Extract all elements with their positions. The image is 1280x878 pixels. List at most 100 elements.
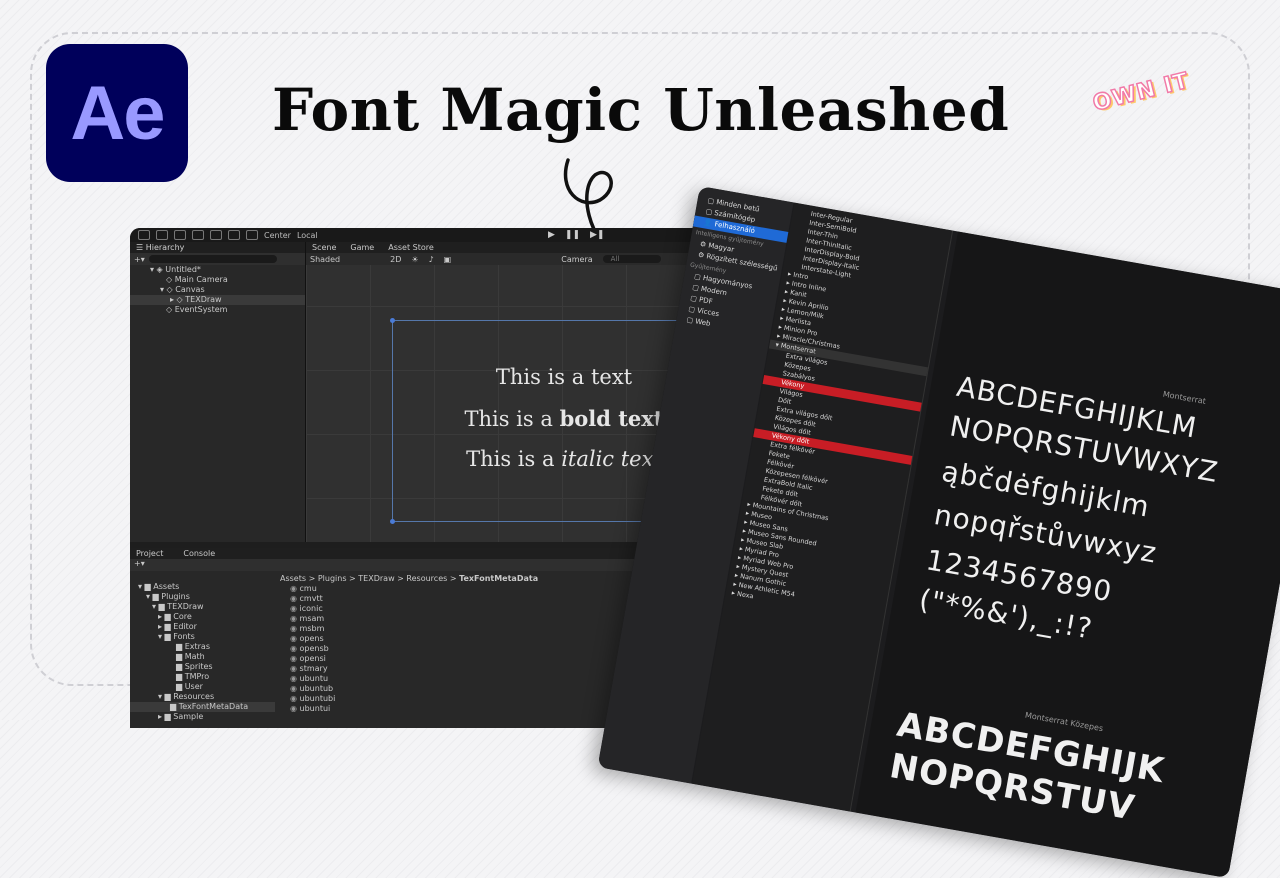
file-item[interactable]: iconic xyxy=(290,604,335,614)
hierarchy-tab-label: Hierarchy xyxy=(145,243,185,252)
tree-item[interactable]: ▾ ▆ TEXDraw xyxy=(130,602,275,612)
hierarchy-item-camera[interactable]: ◇ Main Camera xyxy=(130,275,305,285)
after-effects-logo: Ae xyxy=(46,44,188,182)
tree-item-label: Core xyxy=(173,612,192,621)
tab-console[interactable]: Console xyxy=(183,549,215,558)
file-item[interactable]: cmvtt xyxy=(290,594,335,604)
tree-item-label: Assets xyxy=(153,582,180,591)
sample-text-bold: bold text xyxy=(559,406,664,431)
tree-item[interactable]: ▸ ▆ Sample xyxy=(130,712,275,722)
tree-item[interactable]: ▸ ▆ Editor xyxy=(130,622,275,632)
tree-item-label: TexFontMetaData xyxy=(178,702,249,711)
file-item[interactable]: cmu xyxy=(290,584,335,594)
breadcrumb: Assets > Plugins > TEXDraw > Resources >… xyxy=(280,574,539,583)
space-toggle[interactable]: Local xyxy=(297,231,318,240)
hierarchy-toolbar: +▾ xyxy=(130,253,305,265)
mode-2d-toggle[interactable]: 2D xyxy=(390,255,401,264)
breadcrumb-item[interactable]: Assets xyxy=(280,574,306,583)
tree-item-label: Resources xyxy=(173,692,215,701)
breadcrumb-item-current: TexFontMetaData xyxy=(459,574,539,583)
tree-item-label: User xyxy=(184,682,203,691)
tree-item-label: Extras xyxy=(184,642,210,651)
file-item[interactable]: stmary xyxy=(290,664,335,674)
hierarchy-search-input[interactable] xyxy=(148,255,277,263)
tab-project[interactable]: Project xyxy=(136,549,163,558)
hierarchy-item-canvas[interactable]: ▾ ◇ Canvas xyxy=(130,285,305,295)
rotate-tool-icon[interactable] xyxy=(174,230,186,240)
tree-item-label: Fonts xyxy=(173,632,195,641)
tree-item-label: Math xyxy=(184,652,205,661)
scale-tool-icon[interactable] xyxy=(192,230,204,240)
hierarchy-item-label: EventSystem xyxy=(174,305,228,314)
camera-dropdown[interactable]: Camera xyxy=(561,255,592,264)
tree-item-label: TMPro xyxy=(184,672,210,681)
tree-item[interactable]: ▆ TMPro xyxy=(130,672,275,682)
playback-controls: ▶ ❚❚ ▶❚ xyxy=(548,230,604,240)
effects-icon[interactable]: ▣ xyxy=(444,255,452,264)
tree-item-selected[interactable]: ▆ TexFontMetaData xyxy=(130,702,275,712)
sample-text-prefix: This is a xyxy=(466,447,562,471)
tree-item-label: Plugins xyxy=(161,592,190,601)
rect-handle[interactable] xyxy=(390,318,395,323)
tree-item[interactable]: ▆ Sprites xyxy=(130,662,275,672)
file-item[interactable]: ubuntubi xyxy=(290,694,336,704)
tab-scene[interactable]: Scene xyxy=(312,243,336,252)
tree-item[interactable]: ▆ User xyxy=(130,682,275,692)
hierarchy-tab[interactable]: ☰ Hierarchy xyxy=(130,242,305,253)
sidebar-item-label: Web xyxy=(694,317,712,328)
transform-tool-icon[interactable] xyxy=(228,230,240,240)
tree-item-label: Sprites xyxy=(184,662,213,671)
move-tool-icon[interactable] xyxy=(156,230,168,240)
lighting-icon[interactable]: ☀ xyxy=(411,255,418,264)
sample-text-prefix: This is a xyxy=(464,407,560,431)
file-item[interactable]: msbm xyxy=(290,624,335,634)
tab-asset-store[interactable]: Asset Store xyxy=(388,243,434,252)
rect-handle[interactable] xyxy=(390,519,395,524)
hierarchy-item-label: TEXDraw xyxy=(185,295,222,304)
hierarchy-item-texdraw[interactable]: ▸ ◇ TEXDraw xyxy=(130,295,305,305)
breadcrumb-item[interactable]: Plugins xyxy=(318,574,347,583)
font-book-window: ▢ Minden betű ▢ Számítógép 👤 Felhasználó… xyxy=(597,186,1280,878)
add-icon[interactable]: +▾ xyxy=(130,559,145,568)
hierarchy-item-label: Canvas xyxy=(175,285,205,294)
project-tree: ▾ ▆ Assets ▾ ▆ Plugins ▾ ▆ TEXDraw ▸ ▆ C… xyxy=(130,582,275,728)
sample-text-italic: italic text xyxy=(561,447,662,471)
tree-item[interactable]: ▾ ▆ Fonts xyxy=(130,632,275,642)
hierarchy-item-eventsystem[interactable]: ◇ EventSystem xyxy=(130,305,305,315)
hierarchy-item-label: Main Camera xyxy=(174,275,228,284)
rect-tool-icon[interactable] xyxy=(210,230,222,240)
breadcrumb-item[interactable]: Resources xyxy=(406,574,447,583)
hierarchy-item-scene[interactable]: ▾ ◈ Untitled* xyxy=(130,265,305,275)
hierarchy-panel: ☰ Hierarchy +▾ ▾ ◈ Untitled* ◇ Main Came… xyxy=(130,242,306,542)
logo-text: Ae xyxy=(70,70,165,156)
tree-item-label: Editor xyxy=(173,622,197,631)
file-item[interactable]: ubuntu xyxy=(290,674,335,684)
add-icon[interactable]: +▾ xyxy=(134,255,145,264)
file-item[interactable]: opens xyxy=(290,634,335,644)
pause-icon[interactable]: ❚❚ xyxy=(565,230,580,240)
file-item[interactable]: opensi xyxy=(290,654,335,664)
file-item[interactable]: opensb xyxy=(290,644,335,654)
pivot-toggle[interactable]: Center xyxy=(264,231,291,240)
play-icon[interactable]: ▶ xyxy=(548,230,555,240)
file-item[interactable]: ubuntui xyxy=(290,704,335,714)
step-icon[interactable]: ▶❚ xyxy=(590,230,604,240)
tab-game[interactable]: Game xyxy=(350,243,374,252)
file-item[interactable]: msam xyxy=(290,614,335,624)
tree-item-label: TEXDraw xyxy=(167,602,204,611)
audio-icon[interactable]: ♪ xyxy=(429,255,434,264)
tree-item[interactable]: ▆ Math xyxy=(130,652,275,662)
tree-item[interactable]: ▾ ▆ Resources xyxy=(130,692,275,702)
scene-search-input[interactable]: All xyxy=(602,255,661,263)
custom-tool-icon[interactable] xyxy=(246,230,258,240)
tree-item[interactable]: ▆ Extras xyxy=(130,642,275,652)
tree-item[interactable]: ▾ ▆ Plugins xyxy=(130,592,275,602)
file-item[interactable]: ubuntub xyxy=(290,684,335,694)
tree-item[interactable]: ▾ ▆ Assets xyxy=(130,582,275,592)
font-family-label: Nexa xyxy=(736,589,755,601)
tree-item[interactable]: ▸ ▆ Core xyxy=(130,612,275,622)
breadcrumb-item[interactable]: TEXDraw xyxy=(358,574,394,583)
preview-caption: Montserrat xyxy=(1162,389,1207,407)
shading-dropdown[interactable]: Shaded xyxy=(310,255,340,264)
hand-tool-icon[interactable] xyxy=(138,230,150,240)
